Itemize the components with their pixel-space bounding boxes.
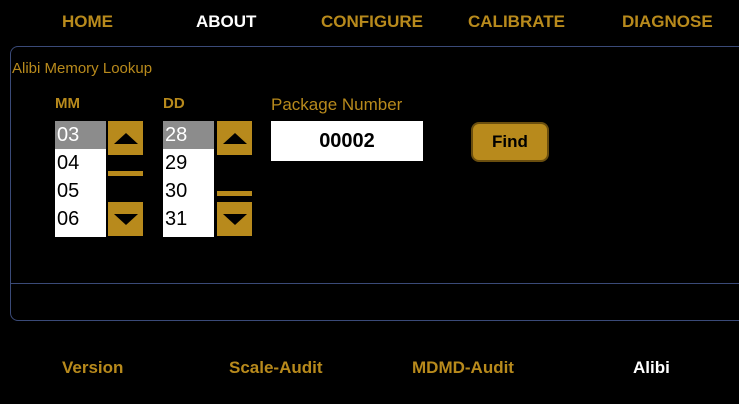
panel-divider: [10, 283, 739, 284]
panel-title: Alibi Memory Lookup: [12, 60, 153, 77]
day-down-button[interactable]: [217, 202, 252, 236]
content-panel: [10, 46, 739, 321]
nav-diagnose[interactable]: DIAGNOSE: [622, 12, 713, 32]
month-listbox[interactable]: 03 04 05 06: [55, 121, 106, 237]
find-button[interactable]: Find: [471, 122, 549, 162]
day-option[interactable]: 29: [163, 149, 214, 177]
month-label: MM: [55, 95, 80, 112]
tab-mdmd-audit[interactable]: MDMD-Audit: [412, 358, 514, 378]
month-option[interactable]: 05: [55, 177, 106, 205]
day-option[interactable]: 30: [163, 177, 214, 205]
day-listbox[interactable]: 28 29 30 31: [163, 121, 214, 237]
tab-version[interactable]: Version: [62, 358, 123, 378]
month-option[interactable]: 03: [55, 121, 106, 149]
month-up-button[interactable]: [108, 121, 143, 155]
day-option[interactable]: 31: [163, 205, 214, 233]
tab-scale-audit[interactable]: Scale-Audit: [229, 358, 323, 378]
nav-calibrate[interactable]: CALIBRATE: [468, 12, 565, 32]
nav-configure[interactable]: CONFIGURE: [321, 12, 423, 32]
triangle-down-icon: [222, 213, 247, 225]
triangle-up-icon: [113, 132, 138, 144]
month-down-button[interactable]: [108, 202, 143, 236]
month-option[interactable]: 04: [55, 149, 106, 177]
top-nav: HOME ABOUT CONFIGURE CALIBRATE DIAGNOSE: [0, 0, 739, 42]
month-scroll-thumb[interactable]: [108, 171, 143, 176]
nav-about[interactable]: ABOUT: [196, 12, 256, 32]
day-label: DD: [163, 95, 185, 112]
nav-home[interactable]: HOME: [62, 12, 113, 32]
day-option[interactable]: 28: [163, 121, 214, 149]
day-scroll-thumb[interactable]: [217, 191, 252, 196]
month-option[interactable]: 06: [55, 205, 106, 233]
package-number-label: Package Number: [271, 95, 403, 114]
package-number-input[interactable]: [271, 121, 423, 161]
day-up-button[interactable]: [217, 121, 252, 155]
tab-alibi[interactable]: Alibi: [633, 358, 670, 378]
triangle-down-icon: [113, 213, 138, 225]
triangle-up-icon: [222, 132, 247, 144]
